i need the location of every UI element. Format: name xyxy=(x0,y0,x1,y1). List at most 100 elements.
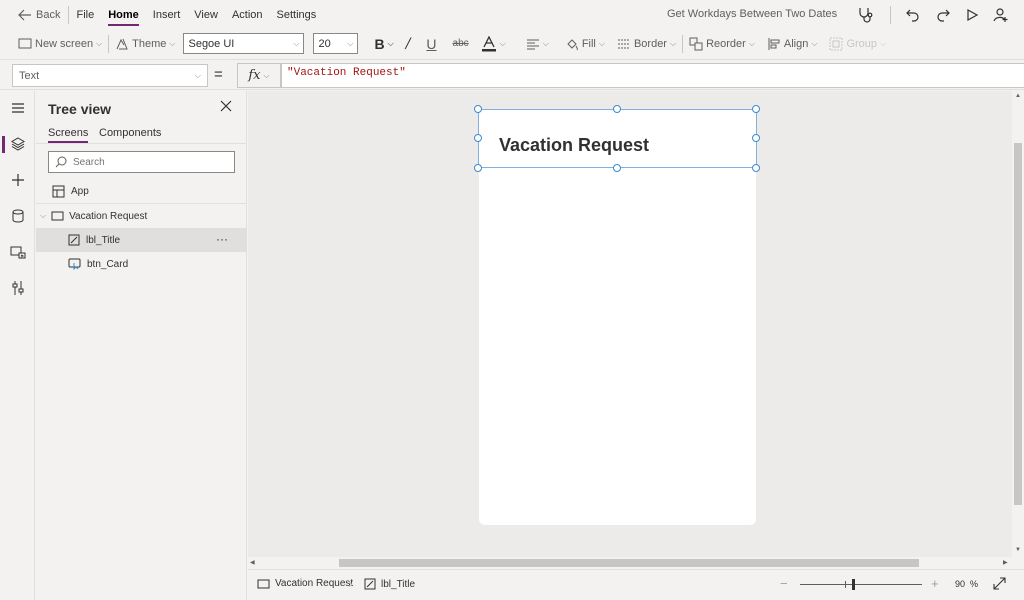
zoom-slider-thumb[interactable] xyxy=(852,579,855,590)
scroll-up-icon[interactable]: ▲ xyxy=(1015,93,1021,99)
resize-handle[interactable] xyxy=(752,105,760,113)
font-family-dropdown[interactable]: Segoe UI ⌵ xyxy=(183,33,305,54)
app-label: App xyxy=(71,185,89,197)
scroll-right-icon[interactable]: ▶ xyxy=(1003,559,1008,566)
button-control-icon xyxy=(68,258,81,270)
equals-sign: = xyxy=(214,66,223,83)
strikethrough-button[interactable]: abc xyxy=(447,32,475,56)
tree-item-screen[interactable]: ⌵ Vacation Request xyxy=(36,204,246,228)
tree-item-btn-card[interactable]: btn_Card xyxy=(36,252,246,276)
menu-insert[interactable]: Insert xyxy=(146,0,188,30)
text-align-button[interactable]: ⌵ xyxy=(520,32,555,56)
chevron-down-icon: ⌵ xyxy=(40,211,47,220)
fit-to-window-button[interactable] xyxy=(993,577,1006,593)
zoom-value: 90 xyxy=(955,579,966,589)
scroll-thumb[interactable] xyxy=(1014,143,1022,505)
chevron-down-icon: ⌵ xyxy=(542,38,549,48)
close-button[interactable] xyxy=(220,100,232,115)
reorder-label: Reorder xyxy=(706,37,746,50)
horizontal-scrollbar[interactable]: ◀ ▶ xyxy=(248,557,1012,569)
formula-input[interactable]: "Vacation Request" xyxy=(281,63,1024,88)
insert-button[interactable] xyxy=(0,165,35,195)
app-checker-button[interactable] xyxy=(856,4,874,26)
resize-handle[interactable] xyxy=(752,164,760,172)
group-button[interactable]: Group ⌵ xyxy=(823,32,892,56)
tree-item-app[interactable]: App xyxy=(36,179,246,203)
advanced-tools-button[interactable] xyxy=(0,273,35,303)
layers-icon xyxy=(10,137,25,151)
breadcrumb-screen[interactable]: Vacation Request xyxy=(257,578,353,589)
group-label: Group xyxy=(846,37,878,50)
reorder-button[interactable]: Reorder ⌵ xyxy=(683,32,761,56)
menu-action[interactable]: Action xyxy=(225,0,270,30)
breadcrumb-control[interactable]: lbl_Title xyxy=(364,578,415,590)
font-family-value: Segoe UI xyxy=(188,37,235,50)
preview-button[interactable] xyxy=(965,4,979,26)
resize-handle[interactable] xyxy=(752,134,760,142)
vertical-scrollbar[interactable]: ▲ ▼ xyxy=(1012,91,1024,557)
resize-handle[interactable] xyxy=(613,164,621,172)
media-button[interactable] xyxy=(0,237,35,267)
align-button[interactable]: Align ⌵ xyxy=(761,32,824,56)
app-checker-icon xyxy=(856,6,874,24)
fill-button[interactable]: Fill ⌵ xyxy=(559,32,611,56)
border-button[interactable]: Border ⌵ xyxy=(611,32,682,56)
zoom-unit: % xyxy=(970,579,979,589)
undo-icon xyxy=(905,7,921,23)
property-dropdown[interactable]: Text ⌵ xyxy=(12,64,208,87)
underline-icon: U xyxy=(426,35,437,52)
italic-button[interactable]: / xyxy=(400,32,417,56)
zoom-out-button[interactable]: − xyxy=(780,576,788,591)
theme-button[interactable]: Theme ⌵ xyxy=(109,32,181,56)
menu-settings[interactable]: Settings xyxy=(270,0,324,30)
expand-icon xyxy=(993,577,1006,590)
hamburger-button[interactable] xyxy=(0,93,35,123)
chevron-down-icon: ⌵ xyxy=(194,70,201,80)
font-color-button[interactable]: ⌵ xyxy=(475,32,512,56)
border-label: Border xyxy=(633,37,667,50)
status-bar: Vacation Request › lbl_Title − + 90 % xyxy=(248,569,1024,600)
tab-screens[interactable]: Screens xyxy=(48,127,89,143)
menu-view[interactable]: View xyxy=(187,0,225,30)
scroll-left-icon[interactable]: ◀ xyxy=(250,559,255,566)
menu-file[interactable]: File xyxy=(69,0,101,30)
bold-button[interactable]: B ⌵ xyxy=(368,32,399,56)
share-button[interactable] xyxy=(993,4,1009,26)
underline-button[interactable]: U xyxy=(416,32,446,56)
back-button[interactable]: Back xyxy=(0,0,68,30)
scroll-thumb[interactable] xyxy=(339,559,919,567)
more-options-icon[interactable]: ··· xyxy=(216,232,228,246)
lbl-title-control[interactable]: Vacation Request xyxy=(478,109,757,168)
font-size-dropdown[interactable]: 20 ⌵ xyxy=(313,33,359,54)
redo-button[interactable] xyxy=(935,4,951,26)
new-screen-button[interactable]: New screen ⌵ xyxy=(0,32,108,56)
resize-handle[interactable] xyxy=(474,105,482,113)
zoom-in-button[interactable]: + xyxy=(931,576,939,591)
chevron-down-icon: ⌵ xyxy=(169,38,176,48)
menu-home[interactable]: Home xyxy=(101,0,146,30)
search-box[interactable] xyxy=(48,151,235,173)
database-icon xyxy=(12,209,24,223)
undo-button[interactable] xyxy=(905,4,921,26)
screen-icon xyxy=(51,211,64,221)
resize-handle[interactable] xyxy=(474,164,482,172)
control-label: lbl_Title xyxy=(86,234,121,246)
bold-icon: B xyxy=(374,35,385,52)
fx-button[interactable]: fx ⌵ xyxy=(237,63,281,88)
resize-handle[interactable] xyxy=(613,105,621,113)
breadcrumb-separator-icon: › xyxy=(348,575,353,591)
tree-view-button[interactable] xyxy=(0,129,35,159)
panel-title: Tree view xyxy=(48,101,112,117)
breadcrumb-label: Vacation Request xyxy=(275,578,354,589)
align-label: Align xyxy=(783,37,809,50)
resize-handle[interactable] xyxy=(474,134,482,142)
tab-components[interactable]: Components xyxy=(99,127,161,139)
search-input[interactable] xyxy=(73,156,223,168)
chevron-down-icon: ⌵ xyxy=(880,38,887,48)
data-button[interactable] xyxy=(0,201,35,231)
group-icon xyxy=(829,37,843,51)
scroll-down-icon[interactable]: ▼ xyxy=(1015,547,1021,553)
align-icon xyxy=(767,37,781,51)
zoom-slider[interactable] xyxy=(800,584,922,585)
tree-item-lbl-title[interactable]: lbl_Title ··· xyxy=(36,228,246,252)
